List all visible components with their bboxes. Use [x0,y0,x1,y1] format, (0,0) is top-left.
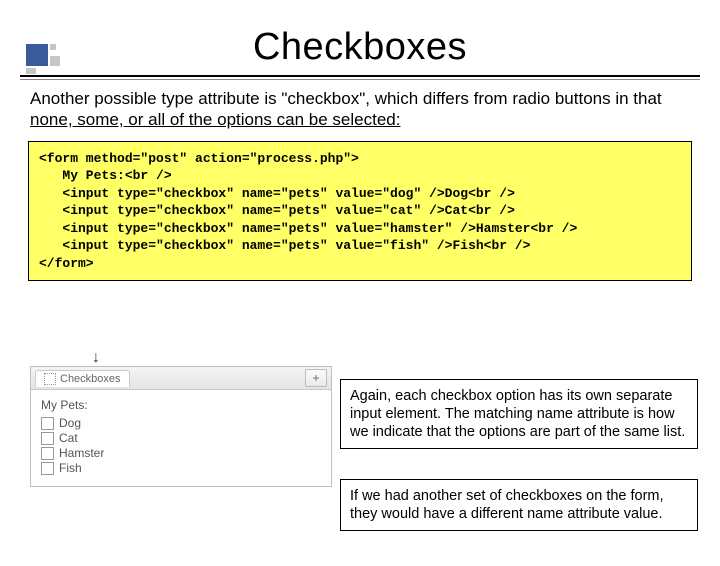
checkbox-label: Hamster [59,446,104,460]
checkbox-label: Cat [59,431,78,445]
slide-accent-dot [50,56,60,66]
form-heading: My Pets: [41,398,321,412]
intro-text: Another possible type attribute is "chec… [30,88,690,131]
slide-accent-block [26,44,48,66]
browser-mock: Checkboxes + My Pets: Dog Cat Hamster Fi… [30,366,332,487]
checkbox-icon[interactable] [41,417,54,430]
checkbox-icon[interactable] [41,462,54,475]
checkbox-label: Dog [59,416,81,430]
checkbox-icon[interactable] [41,432,54,445]
browser-tabbar: Checkboxes + [31,367,331,390]
page-icon [44,373,56,385]
browser-body: My Pets: Dog Cat Hamster Fish [31,390,331,486]
checkbox-label: Fish [59,461,82,475]
divider [20,79,700,80]
callout-box: If we had another set of checkboxes on t… [340,479,698,531]
slide-title: Checkboxes [0,26,720,69]
slide-accent-dot [50,44,56,50]
arrow-icon: ↓ [92,349,100,367]
list-item: Dog [41,416,321,430]
new-tab-button[interactable]: + [305,369,327,387]
code-example: <form method="post" action="process.php"… [28,141,692,282]
intro-underlined: none, some, or all of the options can be… [30,110,400,129]
tab-label: Checkboxes [60,373,121,385]
callout-box: Again, each checkbox option has its own … [340,379,698,449]
list-item: Cat [41,431,321,445]
intro-plain: Another possible type attribute is "chec… [30,89,662,108]
browser-tab[interactable]: Checkboxes [35,370,130,387]
list-item: Fish [41,461,321,475]
slide-accent-dot [26,68,36,74]
divider [20,75,700,77]
checkbox-icon[interactable] [41,447,54,460]
list-item: Hamster [41,446,321,460]
